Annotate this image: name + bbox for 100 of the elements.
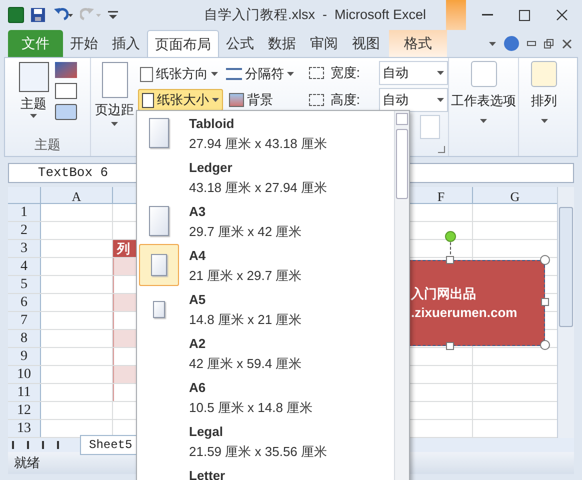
close-icon[interactable] — [562, 38, 572, 48]
help-icon[interactable] — [504, 36, 519, 51]
paper-dimensions: 42 厘米 x 59.4 厘米 — [189, 354, 302, 372]
drawing-tools-marker — [446, 0, 466, 30]
row-header[interactable]: 10 — [8, 366, 41, 383]
margins-icon — [102, 62, 128, 98]
text-box-line: 入门网出品 — [411, 284, 477, 302]
ribbon-tab[interactable]: 审阅 — [303, 30, 345, 57]
breaks-icon — [226, 68, 242, 80]
arrange-button[interactable]: 排列 — [519, 58, 569, 156]
height-icon — [309, 94, 324, 106]
sheet-options-icon — [470, 61, 496, 87]
status-text: 就绪 — [14, 454, 40, 472]
paper-dimensions: 29.7 厘米 x 42 厘米 — [189, 222, 302, 240]
colors-icon[interactable] — [54, 62, 76, 78]
paper-size-item[interactable]: Tabloid 27.94 厘米 x 43.18 厘米 — [137, 111, 394, 155]
paper-size-name: A5 — [189, 291, 207, 309]
ribbon-tab[interactable]: 插入 — [105, 30, 147, 57]
paper-dimensions: 27.94 厘米 x 43.18 厘米 — [189, 134, 328, 152]
minimize-icon[interactable] — [482, 14, 493, 16]
caret-icon — [480, 118, 487, 122]
resize-handle[interactable] — [541, 298, 549, 306]
caret-icon — [212, 98, 219, 102]
paper-dimensions: 21 厘米 x 29.7 厘米 — [189, 266, 302, 284]
picture-icon — [229, 93, 244, 107]
paper-size-item[interactable]: Ledger 43.18 厘米 x 27.94 厘米 — [137, 155, 394, 199]
ribbon-tab[interactable]: 开始 — [63, 30, 105, 57]
orientation-icon — [140, 66, 153, 82]
caret-icon — [287, 72, 294, 76]
resize-handle[interactable] — [446, 342, 454, 350]
ribbon-tab[interactable]: 页面布局 — [147, 30, 219, 57]
caret-icon — [437, 98, 444, 102]
ribbon-tab[interactable]: 数据 — [261, 30, 303, 57]
themes-button[interactable]: 主题 — [18, 62, 48, 120]
themes-icon — [18, 62, 48, 92]
ribbon-tab[interactable]: 视图 — [345, 30, 387, 57]
vertical-scrollbar[interactable] — [557, 187, 574, 438]
row-header[interactable]: 8 — [8, 330, 41, 347]
undo-icon[interactable] — [52, 8, 74, 22]
file-tab[interactable]: 文件 — [8, 30, 63, 57]
caret-icon — [540, 118, 548, 122]
restore-icon[interactable] — [544, 38, 554, 48]
customize-menu-icon[interactable] — [108, 10, 118, 20]
background-button[interactable]: 背景 — [227, 89, 275, 111]
fonts-icon[interactable] — [54, 83, 76, 99]
caret-icon — [437, 71, 444, 75]
row-header[interactable]: 9 — [8, 348, 41, 365]
row-header[interactable]: 6 — [8, 294, 41, 311]
row-header[interactable]: 2 — [8, 222, 41, 239]
close-icon[interactable] — [556, 9, 568, 21]
height-label: 高度: — [330, 91, 362, 110]
effects-icon[interactable] — [54, 104, 76, 120]
margins-button[interactable]: 页边距 — [95, 62, 134, 156]
row-header[interactable]: 4 — [8, 258, 41, 275]
paper-size-item[interactable]: Letter — [137, 463, 394, 480]
row-header[interactable]: 13 — [8, 420, 41, 437]
paper-icon — [153, 300, 165, 318]
minimize-icon[interactable] — [527, 41, 536, 46]
paper-size-name: A2 — [189, 335, 207, 353]
width-dropdown[interactable]: 自动 — [378, 61, 448, 85]
orientation-button[interactable]: 纸张方向 — [138, 63, 220, 85]
group-label: 主题 — [34, 136, 60, 154]
ribbon-tab[interactable]: 格式 — [389, 30, 447, 57]
paper-icon — [149, 206, 169, 236]
sheet-options-button[interactable]: 工作表选项 — [449, 58, 519, 156]
breaks-button[interactable]: 分隔符 — [224, 63, 296, 85]
width-icon — [309, 67, 324, 79]
column-header[interactable]: G — [473, 187, 557, 203]
caret-icon — [30, 114, 37, 118]
menu-scrollbar[interactable] — [394, 111, 409, 480]
row-header[interactable]: 7 — [8, 312, 41, 329]
row-header[interactable]: 12 — [8, 402, 41, 419]
row-header[interactable]: 11 — [8, 384, 41, 401]
resize-handle[interactable] — [446, 256, 454, 264]
paper-icon — [149, 118, 169, 148]
paper-size-name: Ledger — [189, 159, 234, 177]
paper-icon — [151, 254, 167, 276]
paper-dimensions: 21.59 厘米 x 35.56 厘米 — [189, 442, 328, 460]
height-dropdown[interactable]: 自动 — [378, 88, 448, 112]
row-header[interactable]: 5 — [8, 276, 41, 293]
save-icon[interactable] — [30, 7, 46, 23]
dialog-launcher-icon[interactable] — [438, 146, 445, 153]
paper-size-item[interactable]: A3 29.7 厘米 x 42 厘米 — [137, 199, 394, 243]
paper-size-name: Legal — [189, 423, 224, 441]
maximize-icon[interactable] — [519, 10, 530, 20]
column-header[interactable]: A — [41, 187, 113, 203]
paper-dimensions: 14.8 厘米 x 21 厘米 — [189, 310, 302, 328]
paper-size-icon — [142, 92, 154, 108]
paper-size-name: A6 — [189, 379, 207, 397]
paper-dimensions: 10.5 厘米 x 14.8 厘米 — [189, 398, 313, 416]
name-box[interactable]: TextBox 6 — [8, 163, 138, 183]
ribbon-tab[interactable]: 公式 — [219, 30, 261, 57]
paper-size-item[interactable]: A6 10.5 厘米 x 14.8 厘米 — [137, 375, 394, 419]
paper-dimensions: 43.18 厘米 x 27.94 厘米 — [189, 178, 328, 196]
width-label: 宽度: — [330, 64, 362, 82]
row-header[interactable]: 1 — [8, 204, 41, 221]
row-header[interactable]: 3 — [8, 240, 41, 257]
arrange-icon — [531, 61, 557, 87]
paper-size-name: Tabloid — [189, 115, 236, 133]
paper-size-button[interactable]: 纸张大小 — [138, 89, 223, 111]
